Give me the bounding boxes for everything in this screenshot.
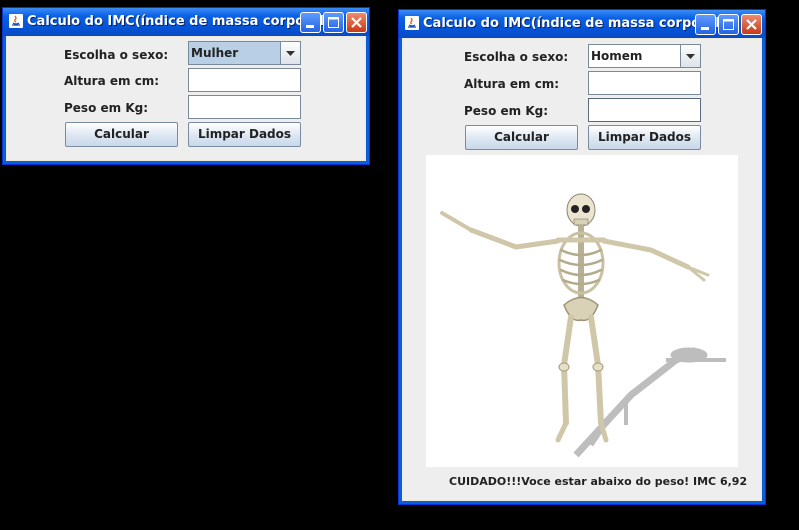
close-icon	[746, 19, 757, 30]
peso-label: Peso em Kg:	[64, 101, 149, 115]
chevron-down-icon[interactable]	[680, 45, 700, 67]
chevron-down-icon[interactable]	[280, 42, 300, 64]
close-button[interactable]	[741, 14, 762, 35]
result-image-panel	[426, 155, 738, 467]
maximize-icon	[723, 19, 734, 30]
title-bar[interactable]: Calculo do IMC(índice de massa corporal)	[399, 10, 765, 38]
imc-window-1: Calculo do IMC(índice de massa corporal)…	[2, 7, 370, 165]
calcular-button[interactable]: Calcular	[65, 122, 178, 147]
altura-field[interactable]	[588, 71, 701, 95]
maximize-icon	[328, 17, 339, 28]
imc-window-2: Calculo do IMC(índice de massa corporal)…	[398, 9, 766, 505]
altura-label: Altura em cm:	[464, 77, 560, 91]
window-title: Calculo do IMC(índice de massa corporal)	[27, 14, 330, 29]
peso-label: Peso em Kg:	[464, 104, 549, 118]
maximize-button[interactable]	[718, 14, 739, 35]
java-icon	[9, 14, 23, 28]
sexo-select[interactable]: Homem	[588, 44, 701, 68]
minimize-icon	[701, 27, 709, 30]
close-icon	[351, 17, 362, 28]
sexo-label: Escolha o sexo:	[64, 48, 169, 62]
calcular-button[interactable]: Calcular	[465, 125, 578, 150]
title-bar[interactable]: Calculo do IMC(índice de massa corporal)	[3, 8, 369, 36]
limpar-dados-button[interactable]: Limpar Dados	[188, 122, 301, 147]
altura-label: Altura em cm:	[64, 74, 160, 88]
altura-field[interactable]	[188, 68, 301, 92]
sexo-selected-value: Homem	[591, 49, 643, 63]
window-title: Calculo do IMC(índice de massa corporal)	[423, 16, 726, 31]
peso-field[interactable]	[188, 95, 301, 119]
form-panel: Escolha o sexo: Mulher Altura em cm: Pes…	[7, 37, 365, 160]
skeleton-image	[440, 193, 726, 458]
result-text: CUIDADO!!!Voce estar abaixo do peso! IMC…	[449, 475, 748, 488]
form-panel: Escolha o sexo: Homem Altura em cm: Peso…	[403, 39, 761, 500]
sexo-select[interactable]: Mulher	[188, 41, 301, 65]
maximize-button[interactable]	[323, 12, 344, 33]
java-icon	[405, 16, 419, 30]
close-button[interactable]	[346, 12, 367, 33]
peso-field[interactable]	[588, 98, 701, 122]
limpar-dados-button[interactable]: Limpar Dados	[588, 125, 701, 150]
minimize-button[interactable]	[695, 14, 716, 35]
sexo-selected-value: Mulher	[189, 42, 281, 64]
sexo-label: Escolha o sexo:	[464, 50, 569, 64]
minimize-icon	[306, 25, 314, 28]
minimize-button[interactable]	[300, 12, 321, 33]
